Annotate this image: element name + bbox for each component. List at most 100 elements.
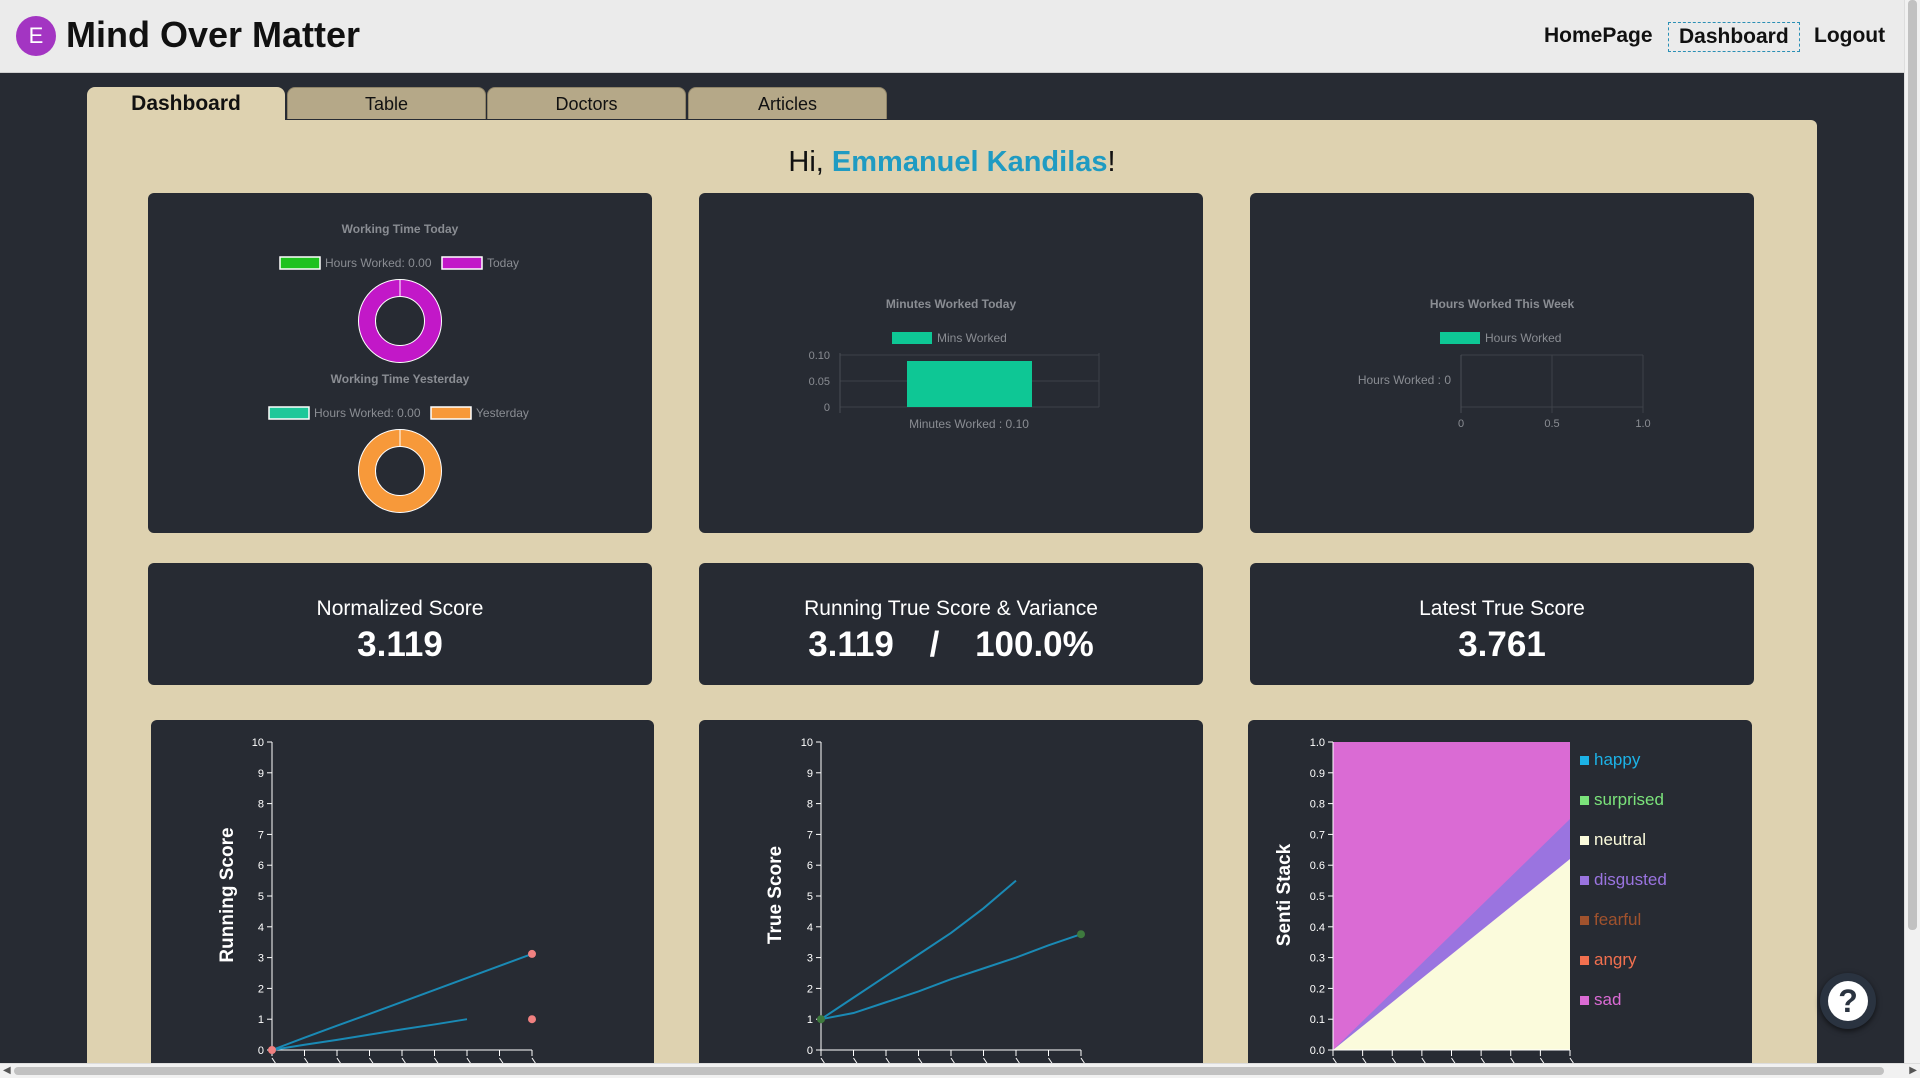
working-time-card: Working Time Today Hours Worked: 0.00 To… xyxy=(148,193,652,533)
horizontal-scrollbar-thumb[interactable] xyxy=(14,1067,1884,1075)
vertical-scrollbar[interactable] xyxy=(1904,0,1920,1064)
legend-label-hours-today: Hours Worked: 0.00 xyxy=(325,256,432,270)
donut-today-slice[interactable] xyxy=(358,279,442,363)
tab-dashboard[interactable]: Dashboard xyxy=(87,87,285,120)
y-tick-label: 0.1 xyxy=(1310,1014,1325,1026)
greeting-prefix: Hi, xyxy=(788,146,832,178)
y-tick-label: 0 xyxy=(258,1045,264,1057)
tab-table[interactable]: Table xyxy=(287,87,486,119)
legend-label-neutral: neutral xyxy=(1594,830,1646,849)
y-tick-label: 0.5 xyxy=(1310,891,1325,903)
y-tick-label: 0 xyxy=(807,1045,813,1057)
running-variance-value: 100.0% xyxy=(975,625,1094,664)
nav-dashboard-link[interactable]: Dashboard xyxy=(1668,22,1800,52)
scroll-left-arrow-icon[interactable]: ◀ xyxy=(3,1064,11,1078)
greeting-username[interactable]: Emmanuel Kandilas xyxy=(832,146,1108,178)
legend-label-hours-week: Hours Worked xyxy=(1485,331,1561,345)
donut-yesterday-slice[interactable] xyxy=(358,429,442,513)
question-mark-icon: ? xyxy=(1828,981,1868,1021)
y-tick-label: 0.10 xyxy=(809,350,830,362)
x-tick-label: 0 xyxy=(1458,418,1464,430)
nav-logout-link[interactable]: Logout xyxy=(1804,22,1895,50)
y-tick-label: 1.0 xyxy=(1310,737,1325,749)
legend-label-disgusted: disgusted xyxy=(1594,870,1667,889)
legend-swatch-hours-today xyxy=(279,256,321,270)
chart-title-minutes: Minutes Worked Today xyxy=(886,297,1017,311)
running-score-separator: / xyxy=(929,625,940,664)
series-line-1 xyxy=(271,952,533,1051)
normalized-score-value: 3.119 xyxy=(357,625,443,664)
legend-swatch-angry xyxy=(1580,956,1589,965)
y-tick-label: 4 xyxy=(807,922,813,934)
hours-week-card: Hours Worked This Week Hours Worked Hour… xyxy=(1250,193,1754,533)
senti-stack-chart: Senti Stack 0.0 0.1 0.2 0.3 0.4 0.5 0.6 0.7 0.8 0… xyxy=(1274,737,1667,1065)
x-tick-label: 0.5 xyxy=(1544,418,1559,430)
y-tick-label: 0.05 xyxy=(809,376,830,388)
vertical-scrollbar-thumb[interactable] xyxy=(1908,0,1917,930)
donut-yesterday-inner-border xyxy=(375,446,425,496)
greeting: Hi, Emmanuel Kandilas! xyxy=(0,146,1904,179)
avatar[interactable]: E xyxy=(16,16,56,56)
x-tick-label: 1.0 xyxy=(1635,418,1650,430)
legend-swatch-hours-yesterday xyxy=(268,406,310,420)
y-tick-label: 5 xyxy=(807,891,813,903)
legend-swatch-neutral xyxy=(1580,836,1589,845)
running-score-card: Running True Score & Variance 3.119 / 10… xyxy=(699,563,1203,685)
scroll-right-arrow-icon[interactable]: ▶ xyxy=(1909,1064,1917,1078)
legend-label-happy: happy xyxy=(1594,750,1641,769)
y-tick-label: 0.4 xyxy=(1310,922,1325,934)
legend-swatch-surprised xyxy=(1580,796,1589,805)
chart-title-today: Working Time Today xyxy=(342,222,459,236)
y-tick-label: 0.9 xyxy=(1310,768,1325,780)
y-tick-label: 7 xyxy=(807,829,813,841)
running-score-chart-card: Running Score 0 1 2 3 4 5 6 7 8 9 10 xyxy=(151,720,654,1078)
y-tick-label: 0 xyxy=(824,402,830,414)
tab-articles[interactable]: Articles xyxy=(688,87,887,119)
app-title[interactable]: Mind Over Matter xyxy=(66,14,360,56)
bar-minutes-worked[interactable] xyxy=(907,361,1032,407)
senti-stack-chart-card: Senti Stack 0.0 0.1 0.2 0.3 0.4 0.5 0.6 0.7 0.8 0… xyxy=(1248,720,1752,1078)
legend-swatch-yesterday xyxy=(430,406,472,420)
y-tick-label: 10 xyxy=(252,737,264,749)
legend-swatch-sad xyxy=(1580,996,1589,1005)
legend-swatch-hours-week xyxy=(1440,332,1480,344)
y-axis-label: Running Score xyxy=(217,827,238,962)
help-button[interactable]: ? xyxy=(1820,973,1876,1029)
top-navbar: E Mind Over Matter HomePage Dashboard Lo… xyxy=(0,0,1905,73)
y-tick-label: 3 xyxy=(807,953,813,965)
y-tick-label: 0.6 xyxy=(1310,860,1325,872)
nav-homepage-link[interactable]: HomePage xyxy=(1534,22,1663,50)
y-tick-label: 3 xyxy=(258,953,264,965)
legend-label-sad: sad xyxy=(1594,990,1621,1009)
y-tick-label: 7 xyxy=(258,829,264,841)
legend-label-hours-yesterday: Hours Worked: 0.00 xyxy=(314,406,421,420)
series-line-2 xyxy=(271,1018,468,1051)
legend-label-mins: Mins Worked xyxy=(937,331,1007,345)
y-tick-label: 6 xyxy=(807,860,813,872)
running-score-chart: Running Score 0 1 2 3 4 5 6 7 8 9 10 xyxy=(217,737,537,1065)
legend-swatch-disgusted xyxy=(1580,876,1589,885)
legend-label-surprised: surprised xyxy=(1594,790,1664,809)
minutes-worked-card: Minutes Worked Today Mins Worked 0.10 0.… xyxy=(699,193,1203,533)
data-point xyxy=(528,1015,536,1024)
y-tick-label: 8 xyxy=(258,799,264,811)
y-tick-label: 2 xyxy=(258,983,264,995)
running-score-title: Running True Score & Variance xyxy=(804,597,1098,620)
latest-score-title: Latest True Score xyxy=(1419,597,1585,620)
y-tick-label: 0.2 xyxy=(1310,983,1325,995)
legend-swatch-today xyxy=(441,256,483,270)
legend-label-angry: angry xyxy=(1594,950,1637,969)
y-tick-label: 1 xyxy=(258,1014,264,1026)
horizontal-scrollbar[interactable]: ◀ ▶ xyxy=(0,1063,1920,1078)
y-tick-label: 0.3 xyxy=(1310,953,1325,965)
y-tick-label: 0.0 xyxy=(1310,1045,1325,1057)
y-tick-label: 6 xyxy=(258,860,264,872)
latest-score-card: Latest True Score 3.761 xyxy=(1250,563,1754,685)
running-score-values: 3.119 / 100.0% xyxy=(699,625,1203,665)
y-axis-label: True Score xyxy=(765,846,786,944)
tab-doctors[interactable]: Doctors xyxy=(487,87,686,119)
y-tick-label: 1 xyxy=(807,1014,813,1026)
true-score-chart-card: True Score 0 1 2 3 4 5 6 7 8 9 10 xyxy=(699,720,1203,1078)
y-tick-label: 9 xyxy=(807,768,813,780)
normalized-score-title: Normalized Score xyxy=(316,597,484,620)
